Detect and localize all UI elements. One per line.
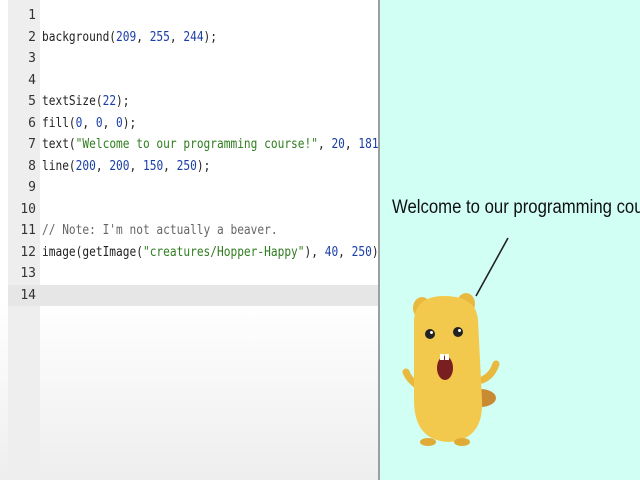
code-editor[interactable]: 1 2 background(209, 255, 244); 3 4 5 textS… [0,0,378,480]
code-lines[interactable]: 1 2 background(209, 255, 244); 3 4 5 textS… [8,5,378,306]
line-number: 7 [28,137,36,152]
line-number: 2 [28,29,36,45]
code-line-5[interactable]: 5 textSize(22); [8,91,378,113]
output-canvas[interactable]: Welcome to our programming course! [380,0,640,480]
code-line-8[interactable]: 8 line(200, 200, 150, 250); [8,156,378,178]
line-code: // Note: I'm not actually a beaver. [42,223,278,238]
code-line-4[interactable]: 4 [8,70,378,92]
editor-fade [0,300,378,480]
code-line-13[interactable]: 13 [8,263,378,285]
code-line-3[interactable]: 3 [8,48,378,70]
line-number: 4 [28,72,36,88]
code-line-7[interactable]: 7 text("Welcome to our programming course… [8,134,378,156]
code-line-1[interactable]: 1 [8,5,378,27]
line-number: 3 [28,51,36,66]
line-code: fill(0, 0, 0); [42,115,137,131]
line-number: 13 [20,266,36,281]
line-number: 8 [28,158,36,174]
line-number: 1 [28,8,36,23]
line-number: 12 [20,244,36,260]
line-number: 9 [28,180,36,195]
line-number: 14 [20,287,36,303]
code-line-2[interactable]: 2 background(209, 255, 244); [8,27,378,49]
line-code: textSize(22); [42,94,130,109]
line-number: 10 [20,201,36,217]
canvas-welcome-text: Welcome to our programming course! [392,197,640,218]
code-line-6[interactable]: 6 fill(0, 0, 0); [8,113,378,135]
line-code: background(209, 255, 244); [42,29,218,45]
line-code: image(getImage("creatures/Hopper-Happy")… [42,244,378,260]
line-number: 6 [28,115,36,131]
line-number: 11 [20,223,36,238]
code-line-10[interactable]: 10 [8,199,378,221]
code-line-11[interactable]: 11 // Note: I'm not actually a beaver. [8,220,378,242]
code-line-14[interactable]: 14 [8,284,378,306]
line-code: line(200, 200, 150, 250); [42,158,211,174]
line-code: text("Welcome to our programming course!… [42,137,378,152]
code-line-9[interactable]: 9 [8,177,378,199]
code-line-12[interactable]: 12 image(getImage("creatures/Hopper-Happy… [8,242,378,264]
hopper-happy-image [402,293,500,446]
line-number: 5 [28,94,36,109]
